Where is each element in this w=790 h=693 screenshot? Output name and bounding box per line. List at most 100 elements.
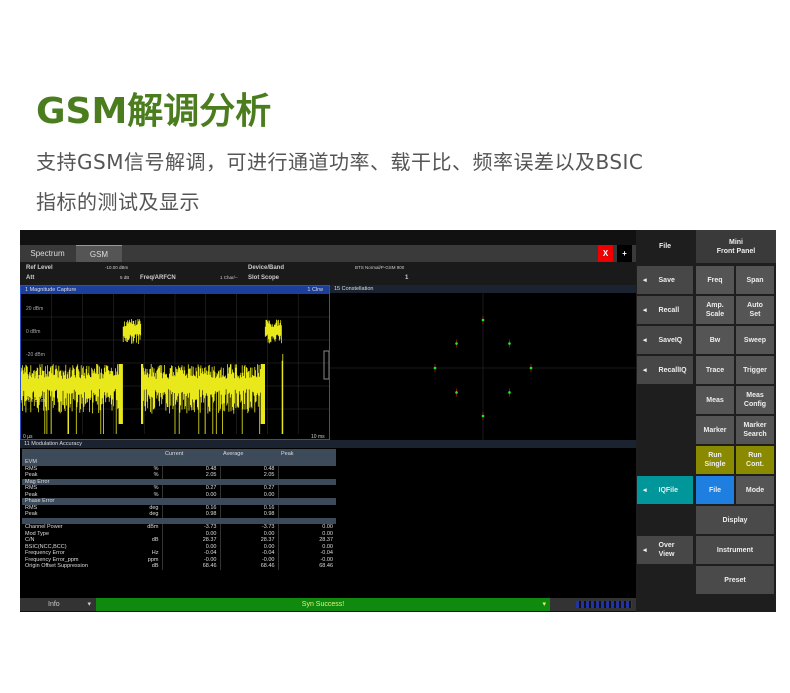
softkey-label: Instrument [716,546,754,554]
constellation-plot [330,293,636,440]
softkey-recall[interactable]: ◂ Recall [637,296,693,324]
softkey-label: Preset [724,576,746,584]
softkey-iqfile[interactable]: ◂ IQFile [637,476,693,504]
freq-label: Freq/ARFCN [140,275,176,281]
softkey-over-view[interactable]: ◂ Over View [637,536,693,564]
softkey-label: Span [746,276,764,284]
softkey-saveiq[interactable]: ◂ SaveIQ [637,326,693,354]
info-dropdown[interactable]: Info ▾ [20,598,95,611]
softkey-run-cont-[interactable]: Run Cont. [736,446,774,474]
chevron-down-icon: ▾ [87,601,91,608]
column-header: Current [162,449,220,459]
softkey-meas-config[interactable]: Meas Config [736,386,774,414]
softkey-label: RecallIQ [658,366,687,374]
trace-badge: 1 Clrw [307,287,323,293]
add-button[interactable]: + [617,245,632,262]
softkey-label: Over View [658,542,675,558]
status-text: Syn Success! [301,601,345,608]
y-tick-label: 0 dBm [26,329,40,335]
softkey-auto-set[interactable]: Auto Set [736,296,774,324]
table-cell: 68.46 [219,563,278,570]
softkey-label: IQFile [658,486,678,494]
x-tick-label: 0 µs [23,434,33,439]
subtitle-line-1: 支持GSM信号解调，可进行通道功率、载干比、频率误差以及BSIC [36,150,644,174]
constellation-point [455,391,458,394]
tab-bar: Spectrum GSM X + [20,245,636,262]
x-tick-label: 10 ms [311,434,325,439]
progress-indicator [576,601,632,608]
softkey-label: File [708,486,722,494]
y-tick-label: 20 dBm [26,306,43,312]
softkey-label: SaveIQ [658,336,683,344]
device-value: BTS Normal/P-GSM 900 [355,265,405,270]
softkey-save[interactable]: ◂ Save [637,266,693,294]
softkey-trigger[interactable]: Trigger [736,356,774,384]
softkey-mode[interactable]: Mode [736,476,774,504]
ref-level-label: Ref Level [26,265,53,271]
softkey-freq[interactable]: Freq [696,266,734,294]
softkey-instrument[interactable]: Instrument [696,536,774,564]
softkey-display[interactable]: Display [696,506,774,534]
softkey-recalliq[interactable]: ◂ RecallIQ [637,356,693,384]
device-label: Device/Band [248,265,285,271]
column-header [132,449,162,459]
softkey-trace[interactable]: Trace [696,356,734,384]
info-label: Info [48,601,60,608]
softkey-label: Run Cont. [746,452,764,468]
softkey-span[interactable]: Span [736,266,774,294]
subtitle-line-2: 指标的测试及显示 [36,190,200,214]
att-label: Att [26,275,35,281]
status-message: Syn Success! ▾ [96,598,550,611]
softkey-amp-scale[interactable]: Amp. Scale [696,296,734,324]
softkey-marker-search[interactable]: Marker Search [736,416,774,444]
table-row: Origin Offset Suppression dB 68.46 68.46 68.… [22,563,336,570]
softkey-label: Mode [745,486,765,494]
att-value: 5 dB [120,275,130,280]
arrow-left-icon: ◂ [643,276,647,284]
constellation-point [481,414,485,418]
softkey-file[interactable]: File [696,476,734,504]
magnitude-trace [21,319,284,434]
softkey-meas[interactable]: Meas [696,386,734,414]
column-header: Peak [278,449,336,459]
freq-suffix: 1 Char/-- [220,275,238,280]
modulation-accuracy-table: Current Average Peak EVM RMS% 0.48 0.48 Peak% 2.… [22,449,336,570]
table-cell: dB [151,563,159,569]
magnitude-capture-pane[interactable]: 1 Magnitude Capture 1 Clrw 20 dBm 0 dBm -20… [20,285,330,440]
arrow-left-icon: ◂ [643,366,647,374]
softkey-preset[interactable]: Preset [696,566,774,594]
slot-label: Slot Scope [248,275,280,281]
info-bar: Ref Level -10.00 dBm Att 5 dB Freq/ARFCN… [20,262,636,285]
softkey-label: Trigger [743,366,767,374]
table-cell: 68.46 [277,563,336,570]
ref-level-value: -10.00 dBm [105,265,129,270]
constellation-header: 15 Constellation [330,285,636,293]
softkey-bw[interactable]: Bw [696,326,734,354]
softkey-marker[interactable]: Marker [696,416,734,444]
softkey-label: Freq [707,276,723,284]
file-header-label: File [658,243,672,250]
tab-spectrum[interactable]: Spectrum [20,245,75,262]
table-cell: 68.46 [161,563,220,570]
close-button[interactable]: X [598,245,613,262]
softkey-label: Recall [658,306,680,314]
softkey-label: Run Single [704,452,726,468]
softkey-label: Auto Set [747,302,763,318]
scrollbar-handle[interactable] [323,350,329,380]
softkey-label: Sweep [743,336,767,344]
softkey-label: Display [722,516,748,524]
softkey-label: Marker [703,426,727,434]
softkey-run-single[interactable]: Run Single [696,446,734,474]
slot-value: 1 [405,275,409,281]
arrow-left-icon: ◂ [643,546,647,554]
softkey-label: Meas Config [743,392,767,408]
mini-front-panel-button[interactable]: Mini Front Panel [696,230,776,263]
softkey-label: Bw [709,336,721,344]
arrow-left-icon: ◂ [643,486,647,494]
analyzer-screen: Spectrum GSM X + Ref Level -10.00 dBm At… [20,230,776,612]
table-cell: Origin Offset Suppression [25,563,88,569]
y-tick-label: -20 dBm [26,352,45,358]
softkey-sweep[interactable]: Sweep [736,326,774,354]
constellation-pane[interactable]: 15 Constellation [330,285,636,440]
tab-gsm[interactable]: GSM [76,245,122,262]
